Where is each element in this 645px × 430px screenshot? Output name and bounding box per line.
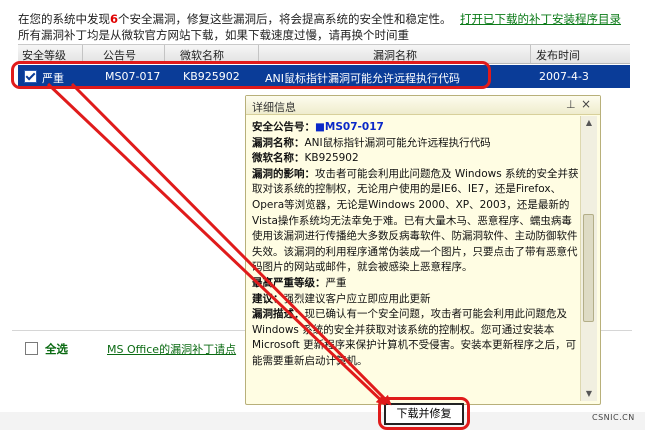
select-all-checkbox[interactable] [25,342,38,355]
col-header-date[interactable]: 发布时间 [536,47,580,63]
impact-value: 攻击者可能会利用此问题危及 Windows 系统的安全并获取对该系统的控制权，无… [252,167,579,274]
severity-value: 严重 [325,276,347,289]
scroll-down-icon[interactable]: ▼ [581,387,597,401]
ms-name-value: KB925902 [304,152,359,165]
office-patch-link[interactable]: MS Office的漏洞补丁请点 [107,341,247,357]
button-highlight-annotation [378,397,470,430]
open-download-dir-link[interactable]: 打开已下载的补丁安装程序目录 [460,11,621,27]
vulnerability-notice: 在您的系统中发现6个安全漏洞，修复这些漏洞后，将会提高系统的安全性和稳定性。所有… [18,12,452,42]
scroll-thumb[interactable] [583,214,594,322]
close-icon[interactable]: × [581,97,591,111]
popup-scrollbar[interactable]: ▲ ▼ [580,116,597,401]
details-popup: 详细信息 ⊥ × 安全公告号：■MS07-017 漏洞名称：ANI鼠标指针漏洞可… [245,95,601,405]
pin-icon[interactable]: ⊥ [566,98,576,111]
footer-strip [0,412,645,430]
popup-title: 详细信息 [252,101,296,114]
watermark: CSNIC.CN [592,413,635,422]
row-highlight-annotation [11,61,491,89]
advice-value: 强烈建议客户应立即应用此更新 [283,292,431,305]
bulletin-value: MS07-017 [324,121,384,133]
popup-titlebar[interactable]: 详细信息 ⊥ × [246,96,600,115]
select-all-label[interactable]: 全选 [45,341,68,357]
vuln-name-value: ANI鼠标指针漏洞可能允许远程执行代码 [304,136,491,149]
vuln-count: 6 [110,12,119,26]
scroll-up-icon[interactable]: ▲ [581,116,597,130]
popup-content: 安全公告号：■MS07-017 漏洞名称：ANI鼠标指针漏洞可能允许远程执行代码… [252,121,579,367]
row-date: 2007-4-3 [539,70,589,83]
